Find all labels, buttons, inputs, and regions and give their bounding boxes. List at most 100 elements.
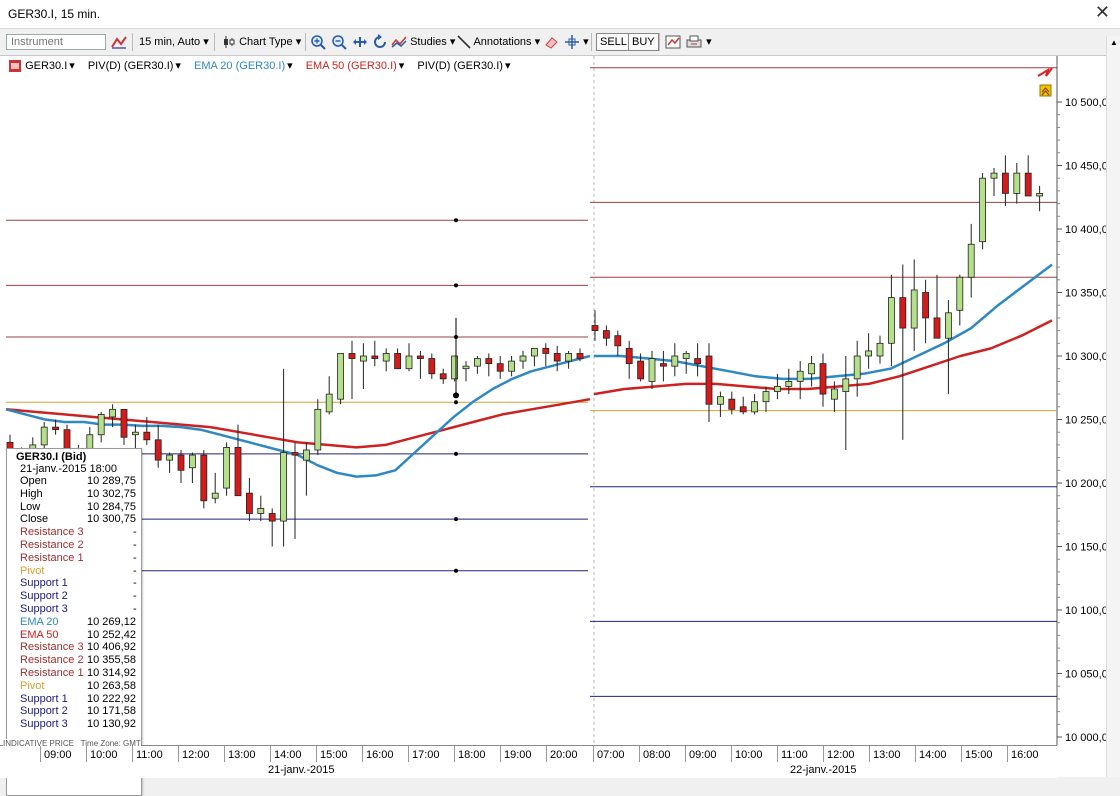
tooltip-row: Resistance 1 -	[7, 552, 141, 565]
chevron-down-icon: ▾	[203, 36, 209, 48]
zoom-out-icon[interactable]	[331, 33, 347, 51]
tooltip-row-value: 10 406,92	[87, 641, 136, 654]
chevron-down-icon: ▾	[287, 60, 293, 72]
chart-type-dropdown[interactable]: Chart Type ▾	[222, 33, 301, 51]
tooltip-row: Resistance 2 10 355,58	[7, 654, 141, 667]
legend-piv1[interactable]: PIV(D) (GER30.I)	[88, 60, 174, 72]
instrument-input[interactable]	[6, 34, 106, 50]
time-tick	[961, 746, 962, 762]
chevron-down-icon: ▾	[69, 60, 75, 72]
zoom-in-icon[interactable]	[310, 33, 326, 51]
tooltip-row: EMA 20 10 269,12	[7, 616, 141, 629]
refresh-icon[interactable]	[372, 33, 388, 51]
day1-candle	[382, 353, 390, 362]
price-chart[interactable]: 10 500,00 10 450,00 10 400,00 10 350,00 10 3…	[0, 56, 1106, 745]
day1-candle	[565, 353, 572, 362]
time-tick	[869, 746, 870, 762]
tooltip-row: Resistance 3 -	[7, 526, 141, 539]
time-tick-label: 12:00	[182, 749, 210, 761]
time-tick-label: 10:00	[735, 749, 763, 761]
day1-candle	[166, 454, 174, 461]
close-icon[interactable]: ✕	[1095, 2, 1110, 23]
interval-label: 15 min, Auto	[139, 36, 201, 48]
day1-candle	[531, 347, 538, 357]
instrument-picker-icon[interactable]	[110, 33, 128, 51]
instrument-selector[interactable]	[6, 33, 106, 51]
day2-candle	[694, 358, 701, 365]
indicative-price-label: INDICATIVE PRICE Time Zone: GMT	[3, 739, 141, 748]
vertical-scrollbar[interactable]: ▲	[1106, 36, 1120, 777]
day2-candle	[682, 353, 690, 359]
day1-candle	[439, 373, 447, 380]
crosshair-icon	[565, 35, 579, 50]
tooltip-row-value: 10 222,92	[87, 692, 136, 705]
time-tick-label: 14:00	[274, 749, 302, 761]
day1-candle	[314, 408, 322, 451]
day1-candle	[245, 492, 253, 514]
time-tick	[40, 746, 41, 762]
time-tick	[500, 746, 501, 762]
annotations-dropdown[interactable]: Annotations ▾	[457, 33, 540, 51]
day1-candle	[553, 353, 561, 362]
legend-instrument[interactable]: GER30.I	[25, 60, 67, 72]
trend-arrow-icon	[1037, 67, 1053, 77]
day1-candle	[188, 454, 196, 469]
tooltip-row-value: 10 269,12	[87, 615, 136, 628]
sell-button[interactable]: SELL	[596, 33, 631, 51]
time-tick-label: 15:00	[320, 749, 348, 761]
chevron-down-icon: ▾	[706, 36, 712, 48]
scroll-up-icon[interactable]: ▲	[1110, 38, 1118, 47]
chart-settings-icon[interactable]	[665, 33, 683, 51]
day1-candle	[371, 355, 379, 359]
day1-candle	[576, 353, 584, 359]
legend-piv2[interactable]: PIV(D) (GER30.I)	[417, 60, 503, 72]
day2-candle	[842, 378, 850, 392]
day1-candle	[348, 353, 356, 359]
day1-candle	[473, 358, 481, 367]
day1-candle	[280, 452, 288, 522]
time-tick-label: 13:00	[873, 749, 901, 761]
legend-ema50[interactable]: EMA 50 (GER30.I)	[306, 60, 397, 72]
time-tick	[178, 746, 179, 762]
time-tick-label: 07:00	[597, 749, 625, 761]
day2-candle	[739, 406, 747, 413]
tooltip-row-label: Resistance 3	[20, 526, 84, 539]
day1-candle	[268, 513, 276, 522]
tooltip-row-label: EMA 20	[20, 615, 59, 628]
fit-chart-icon[interactable]	[352, 33, 368, 51]
crosshair-marker	[454, 283, 458, 288]
print-dropdown[interactable]: ▾	[685, 33, 712, 51]
tooltip-row-value: 10 300,75	[87, 513, 136, 526]
time-tick	[132, 746, 133, 762]
time-tick	[224, 746, 225, 762]
legend-ema20[interactable]: EMA 20 (GER30.I)	[194, 60, 285, 72]
tooltip-row-label: Resistance 3	[20, 641, 84, 654]
day1-candle	[416, 355, 424, 359]
tooltip-datetime: 21-janv.-2015 18:00	[20, 463, 118, 475]
studies-dropdown[interactable]: Studies ▾	[391, 33, 455, 51]
tooltip-row-label: Support 2	[20, 705, 68, 718]
tooltip-row: EMA 50 10 252,42	[7, 629, 141, 642]
price-tick-label: 10 250,00	[1065, 415, 1106, 427]
day1-candle	[52, 426, 59, 431]
day1-candle	[234, 447, 242, 497]
day1-candle	[519, 355, 527, 362]
day2-candle	[762, 391, 770, 403]
buy-button[interactable]: BUY	[628, 33, 659, 51]
time-tick-label: 16:00	[366, 749, 394, 761]
day1-candle	[40, 426, 48, 446]
crosshair-dropdown[interactable]: ▾	[564, 33, 589, 51]
chevron-down-icon: ▾	[534, 36, 541, 48]
tooltip-title: GER30.I (Bid)	[16, 451, 87, 463]
tooltip-row-label: Support 3	[20, 602, 68, 615]
chevron-down-icon: ▾	[583, 36, 589, 48]
time-tick-label: 14:00	[919, 749, 947, 761]
eraser-icon[interactable]	[543, 33, 559, 51]
tooltip-row: Support 1 10 222,92	[7, 693, 141, 706]
toolbar-separator	[591, 33, 592, 51]
print-icon	[686, 35, 702, 48]
chart-panel[interactable]: 10 500,00 10 450,00 10 400,00 10 350,00 10 3…	[0, 56, 1120, 796]
tooltip-row: Resistance 1 10 314,92	[7, 667, 141, 680]
interval-dropdown[interactable]: 15 min, Auto ▾	[139, 33, 209, 51]
day2-candle	[660, 363, 667, 367]
